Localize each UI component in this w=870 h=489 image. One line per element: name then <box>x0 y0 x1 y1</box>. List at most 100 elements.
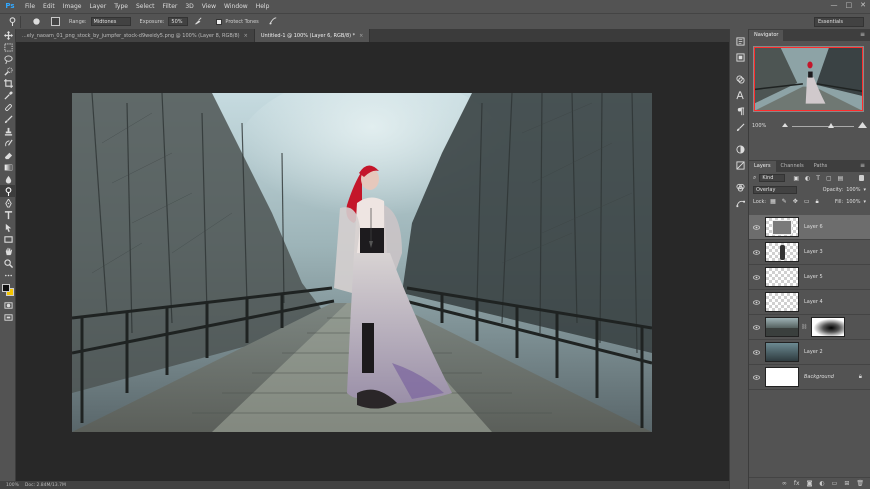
filter-pixel-icon[interactable]: ▣ <box>793 175 799 182</box>
protect-tones-checkbox[interactable] <box>216 18 223 25</box>
clone-stamp-tool[interactable] <box>0 125 16 137</box>
crop-tool[interactable] <box>0 77 16 89</box>
lock-pixels-icon[interactable]: ✎ <box>782 198 787 206</box>
lock-position-icon[interactable]: ✥ <box>793 198 798 206</box>
brush-tool[interactable] <box>0 113 16 125</box>
fill-value[interactable]: 100% <box>846 199 860 205</box>
navigator-zoom-value[interactable]: 100% <box>752 123 766 129</box>
fill-dropdown-icon[interactable]: ▾ <box>863 199 866 205</box>
airbrush-icon[interactable] <box>194 17 202 27</box>
tab-layers[interactable]: Layers <box>749 161 776 172</box>
layer-row[interactable]: Layer 5 <box>749 265 870 290</box>
filter-toggle[interactable] <box>859 175 864 181</box>
layer-name[interactable]: Layer 6 <box>804 224 823 230</box>
tab-paths[interactable]: Paths <box>809 161 833 172</box>
styles-panel-button[interactable] <box>730 157 750 173</box>
color-swatches[interactable] <box>0 281 16 299</box>
mask-icon[interactable]: ◙ <box>807 480 813 487</box>
menu-filter[interactable]: Filter <box>159 3 182 10</box>
paths-panel-button[interactable] <box>730 195 750 211</box>
layer-thumbnail[interactable] <box>765 292 799 312</box>
layer-thumbnail[interactable] <box>765 217 799 237</box>
tab-doc-1[interactable]: ...ely_naoam_01_png_stock_by_jumpfer_sto… <box>16 29 255 42</box>
hand-tool[interactable] <box>0 245 16 257</box>
shape-tool[interactable] <box>0 233 16 245</box>
fx-icon[interactable]: fx <box>794 480 800 487</box>
history-brush-tool[interactable] <box>0 137 16 149</box>
adjustment-icon[interactable]: ◐ <box>819 480 824 487</box>
layer-row[interactable]: Background 🔒︎ <box>749 365 870 390</box>
menu-window[interactable]: Window <box>220 3 252 10</box>
minimize-button[interactable]: — <box>831 1 838 9</box>
lock-artboard-icon[interactable]: ▭ <box>804 198 810 206</box>
brush-panel-button[interactable] <box>730 119 750 135</box>
layer-name[interactable]: Layer 5 <box>804 274 823 280</box>
layer-thumbnail[interactable] <box>765 242 799 262</box>
more-tools[interactable] <box>0 269 16 281</box>
filter-adjustment-icon[interactable]: ◐ <box>805 175 810 182</box>
panel-menu-icon[interactable]: ≡ <box>860 31 865 38</box>
navigator-view-proxy[interactable] <box>754 47 863 111</box>
visibility-eye-icon[interactable] <box>749 349 763 355</box>
document-canvas[interactable] <box>72 93 652 432</box>
layer-name[interactable]: Layer 2 <box>804 349 823 355</box>
marquee-tool[interactable] <box>0 41 16 53</box>
range-select[interactable]: Midtones <box>90 17 131 26</box>
mask-link-icon[interactable]: ⛓ <box>801 324 807 330</box>
layer-row[interactable]: ⛓ <box>749 315 870 340</box>
visibility-eye-icon[interactable] <box>749 224 763 230</box>
tab-navigator[interactable]: Navigator <box>749 30 784 41</box>
gradient-tool[interactable] <box>0 161 16 173</box>
menu-type[interactable]: Type <box>110 3 132 10</box>
zoom-out-icon[interactable] <box>782 123 789 129</box>
swatches-panel-button[interactable] <box>730 71 750 87</box>
exposure-input[interactable]: 50% <box>168 17 189 26</box>
blend-mode-select[interactable]: Overlay <box>753 186 797 194</box>
navigator-thumbnail[interactable] <box>753 46 864 112</box>
visibility-eye-icon[interactable] <box>749 274 763 280</box>
layer-thumbnail[interactable] <box>765 367 799 387</box>
group-icon[interactable]: ▭ <box>832 480 838 487</box>
layer-thumbnail[interactable] <box>765 317 799 337</box>
move-tool[interactable] <box>0 29 16 41</box>
eraser-tool[interactable] <box>0 149 16 161</box>
path-selection-tool[interactable] <box>0 221 16 233</box>
maximize-button[interactable]: □ <box>846 1 853 9</box>
blur-tool[interactable] <box>0 173 16 185</box>
quick-mask-button[interactable] <box>0 299 16 311</box>
screen-mode-button[interactable] <box>0 311 16 323</box>
layer-name[interactable]: Layer 4 <box>804 299 823 305</box>
adjustments-panel-button[interactable] <box>730 141 750 157</box>
lasso-tool[interactable] <box>0 53 16 65</box>
visibility-eye-icon[interactable] <box>749 374 763 380</box>
status-zoom[interactable]: 100% <box>6 483 19 488</box>
menu-layer[interactable]: Layer <box>85 3 110 10</box>
tool-preset-picker[interactable] <box>5 15 21 28</box>
layer-row[interactable]: Layer 4 <box>749 290 870 315</box>
layer-name[interactable]: Background <box>804 374 834 380</box>
type-tool[interactable] <box>0 209 16 221</box>
properties-panel-button[interactable] <box>730 49 750 65</box>
visibility-eye-icon[interactable] <box>749 324 763 330</box>
panel-menu-icon[interactable]: ≡ <box>860 162 865 169</box>
menu-edit[interactable]: Edit <box>39 3 59 10</box>
history-panel-button[interactable] <box>730 33 750 49</box>
menu-help[interactable]: Help <box>252 3 274 10</box>
filter-smart-object-icon[interactable]: ▤ <box>838 175 844 182</box>
layer-thumbnail[interactable] <box>765 342 799 362</box>
pen-tool[interactable] <box>0 197 16 209</box>
eyedropper-tool[interactable] <box>0 89 16 101</box>
opacity-dropdown-icon[interactable]: ▾ <box>863 187 866 193</box>
visibility-eye-icon[interactable] <box>749 249 763 255</box>
tab-doc-2[interactable]: Untitled-1 @ 100% (Layer 6, RGB/8) * × <box>254 29 371 42</box>
menu-image[interactable]: Image <box>59 3 86 10</box>
character-panel-button[interactable] <box>730 87 750 103</box>
close-tab-icon[interactable]: × <box>244 33 248 39</box>
paragraph-panel-button[interactable] <box>730 103 750 119</box>
menu-3d[interactable]: 3D <box>181 3 197 10</box>
layer-row[interactable]: Layer 2 <box>749 340 870 365</box>
opacity-value[interactable]: 100% <box>846 187 860 193</box>
visibility-eye-icon[interactable] <box>749 299 763 305</box>
healing-brush-tool[interactable] <box>0 101 16 113</box>
brush-preset-picker[interactable] <box>29 16 43 28</box>
